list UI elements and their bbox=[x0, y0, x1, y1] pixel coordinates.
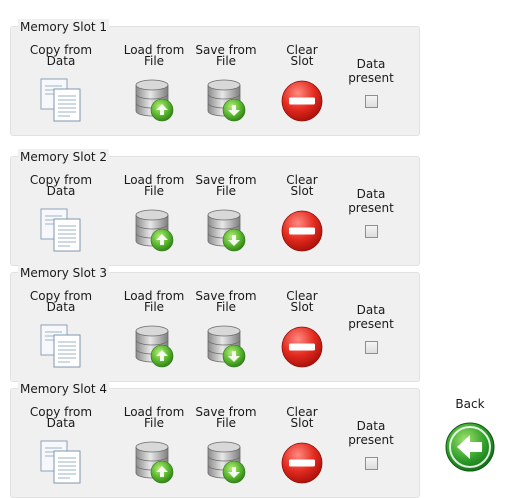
memory-slot-2: Memory Slot 2 Copy from Data Load from F… bbox=[10, 149, 420, 266]
copy-from-data-label: Copy from Data bbox=[29, 405, 93, 430]
database-download-icon bbox=[207, 325, 246, 368]
clear-slot-button[interactable]: Clear Slot bbox=[277, 43, 327, 123]
back-label: Back bbox=[455, 397, 485, 411]
clear-red-icon bbox=[281, 80, 323, 122]
load-from-file-button[interactable]: Load from File bbox=[121, 43, 187, 123]
database-download-icon bbox=[207, 209, 246, 252]
memory-slot-1: Memory Slot 1 Copy from Data Load from F… bbox=[10, 19, 420, 136]
data-present-group: Data present bbox=[333, 57, 409, 108]
load-from-file-label: Load from File bbox=[123, 43, 185, 68]
data-present-label: Data present bbox=[348, 419, 394, 447]
copy-from-data-label: Copy from Data bbox=[29, 173, 93, 198]
load-from-file-label: Load from File bbox=[123, 289, 185, 314]
clear-red-icon bbox=[281, 326, 323, 368]
clear-slot-button[interactable]: Clear Slot bbox=[277, 405, 327, 485]
data-present-group: Data present bbox=[333, 187, 409, 238]
copy-documents-icon bbox=[40, 78, 81, 122]
database-upload-icon bbox=[135, 325, 174, 368]
slot-title: Memory Slot 4 bbox=[18, 381, 110, 397]
clear-red-icon bbox=[281, 210, 323, 252]
save-from-file-button[interactable]: Save from File bbox=[191, 289, 261, 369]
database-download-icon bbox=[207, 79, 246, 122]
data-present-checkbox[interactable] bbox=[364, 225, 378, 238]
clear-slot-button[interactable]: Clear Slot bbox=[277, 289, 327, 369]
data-present-checkbox[interactable] bbox=[364, 457, 378, 470]
save-from-file-button[interactable]: Save from File bbox=[191, 43, 261, 123]
load-from-file-button[interactable]: Load from File bbox=[121, 289, 187, 369]
clear-slot-label: Clear Slot bbox=[286, 289, 318, 314]
copy-from-data-button[interactable]: Copy from Data bbox=[29, 289, 93, 369]
copy-documents-icon bbox=[40, 440, 81, 484]
memory-slot-4: Memory Slot 4 Copy from Data Load from F… bbox=[10, 381, 420, 498]
back-arrow-icon bbox=[445, 422, 495, 472]
copy-from-data-label: Copy from Data bbox=[29, 289, 93, 314]
slot-title: Memory Slot 3 bbox=[18, 265, 110, 281]
save-from-file-button[interactable]: Save from File bbox=[191, 173, 261, 253]
database-upload-icon bbox=[135, 441, 174, 484]
save-from-file-label: Save from File bbox=[195, 173, 257, 198]
copy-from-data-button[interactable]: Copy from Data bbox=[29, 43, 93, 123]
data-present-label: Data present bbox=[348, 303, 394, 331]
database-upload-icon bbox=[135, 79, 174, 122]
slot-title: Memory Slot 2 bbox=[18, 149, 110, 165]
save-from-file-label: Save from File bbox=[195, 289, 257, 314]
memory-slot-3: Memory Slot 3 Copy from Data Load from F… bbox=[10, 265, 420, 382]
database-upload-icon bbox=[135, 209, 174, 252]
back-button[interactable]: Back bbox=[440, 397, 500, 476]
save-from-file-label: Save from File bbox=[195, 405, 257, 430]
database-download-icon bbox=[207, 441, 246, 484]
clear-slot-label: Clear Slot bbox=[286, 173, 318, 198]
data-present-checkbox[interactable] bbox=[364, 341, 378, 354]
copy-from-data-button[interactable]: Copy from Data bbox=[29, 405, 93, 485]
load-from-file-button[interactable]: Load from File bbox=[121, 405, 187, 485]
data-present-label: Data present bbox=[348, 57, 394, 85]
save-from-file-label: Save from File bbox=[195, 43, 257, 68]
data-present-group: Data present bbox=[333, 303, 409, 354]
copy-documents-icon bbox=[40, 208, 81, 252]
clear-slot-button[interactable]: Clear Slot bbox=[277, 173, 327, 253]
data-present-label: Data present bbox=[348, 187, 394, 215]
load-from-file-button[interactable]: Load from File bbox=[121, 173, 187, 253]
clear-slot-label: Clear Slot bbox=[286, 405, 318, 430]
data-present-checkbox[interactable] bbox=[364, 95, 378, 108]
copy-from-data-label: Copy from Data bbox=[29, 43, 93, 68]
data-present-group: Data present bbox=[333, 419, 409, 470]
save-from-file-button[interactable]: Save from File bbox=[191, 405, 261, 485]
clear-red-icon bbox=[281, 442, 323, 484]
copy-from-data-button[interactable]: Copy from Data bbox=[29, 173, 93, 253]
slot-title: Memory Slot 1 bbox=[18, 19, 110, 35]
load-from-file-label: Load from File bbox=[123, 405, 185, 430]
clear-slot-label: Clear Slot bbox=[286, 43, 318, 68]
copy-documents-icon bbox=[40, 324, 81, 368]
load-from-file-label: Load from File bbox=[123, 173, 185, 198]
